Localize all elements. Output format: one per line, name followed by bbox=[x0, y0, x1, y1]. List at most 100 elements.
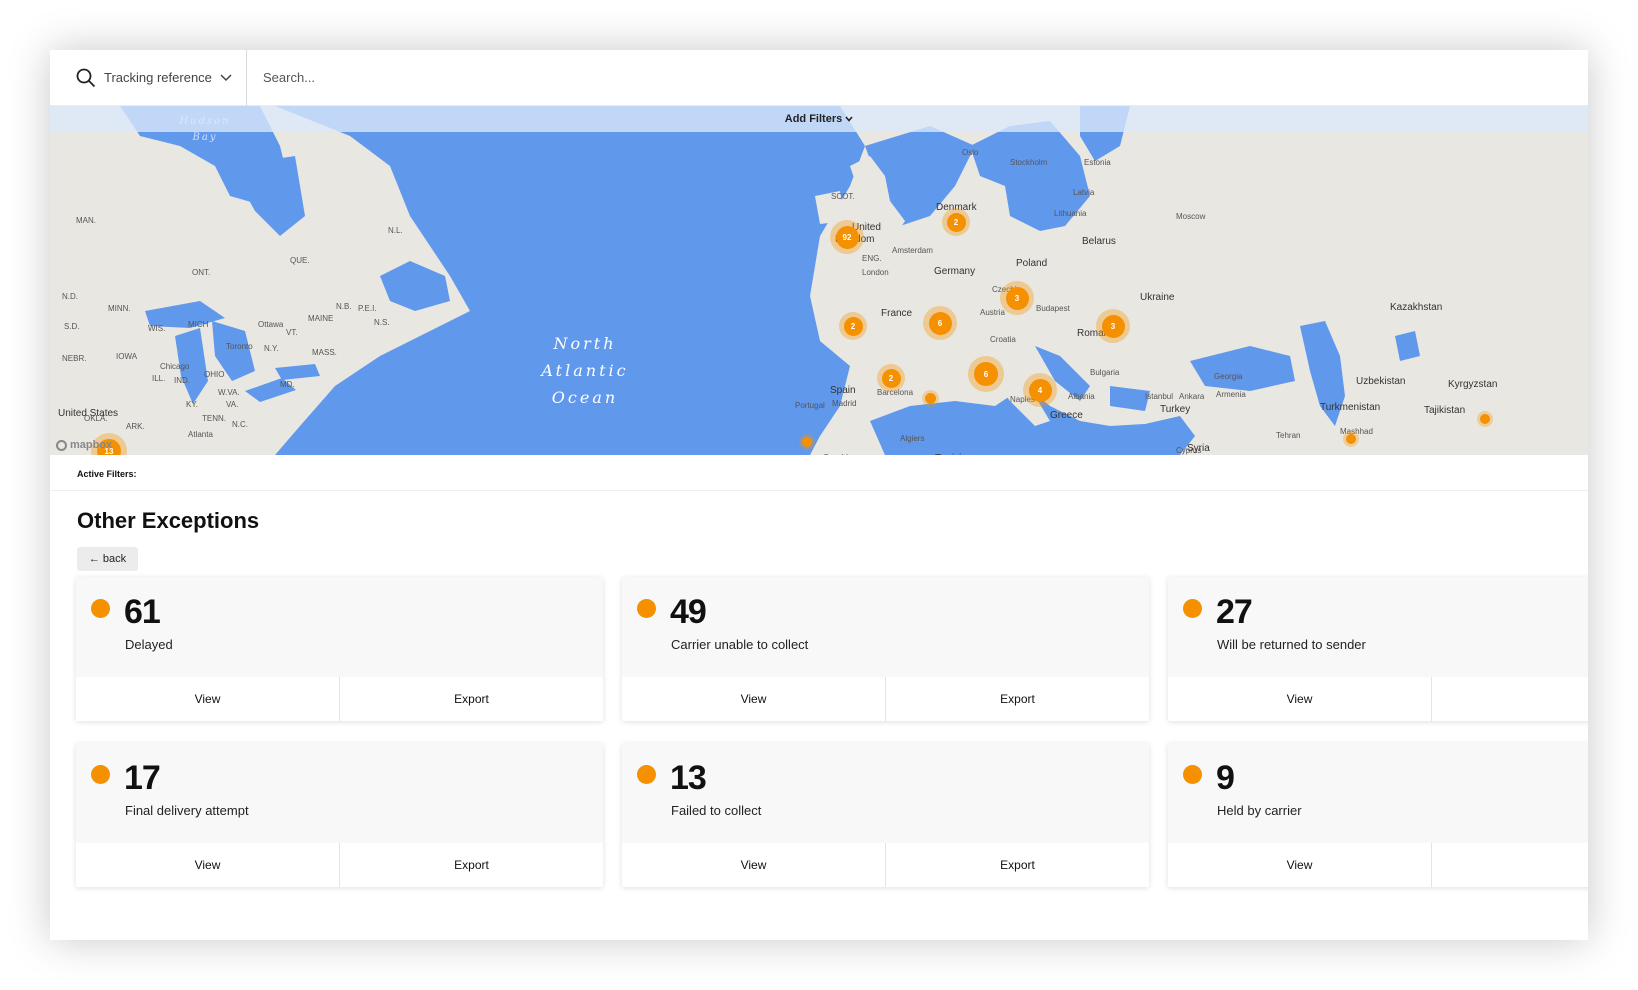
map-place-label: N.D. bbox=[62, 292, 78, 301]
map-cluster-marker[interactable]: 3 bbox=[1000, 281, 1034, 315]
card-actions: View Export bbox=[76, 677, 603, 721]
map-cluster-count: 6 bbox=[974, 362, 998, 386]
add-filters-button[interactable]: Add Filters bbox=[785, 113, 853, 125]
map-place-label: Croatia bbox=[990, 335, 1016, 344]
map-place-label: W.VA. bbox=[218, 388, 240, 397]
shipment-dot[interactable] bbox=[925, 393, 936, 404]
map-place-label: Syria bbox=[1187, 443, 1210, 454]
exception-card: 13 Failed to collect View Export bbox=[622, 743, 1149, 887]
status-indicator-icon bbox=[91, 765, 110, 784]
map-cluster-count: 2 bbox=[881, 368, 901, 388]
exception-count: 17 bbox=[124, 759, 161, 797]
map-place-label: Istanbul bbox=[1145, 392, 1174, 401]
map-cluster-marker[interactable]: 4 bbox=[1023, 373, 1057, 407]
view-button[interactable]: View bbox=[622, 677, 885, 721]
map-place-label: P.E.I. bbox=[358, 304, 377, 313]
map-place-label: S.D. bbox=[64, 322, 80, 331]
map-place-label: Ankara bbox=[1179, 392, 1205, 401]
card-actions: View Export bbox=[622, 677, 1149, 721]
export-button[interactable]: Export bbox=[885, 843, 1149, 887]
active-filters-bar: Active Filters: bbox=[50, 455, 1588, 491]
view-button[interactable]: View bbox=[1168, 843, 1431, 887]
shipment-dot[interactable] bbox=[802, 437, 812, 447]
card-actions: View Export bbox=[76, 843, 603, 887]
map-cluster-count: 2 bbox=[946, 212, 966, 232]
export-button[interactable] bbox=[1431, 843, 1588, 887]
map-place-label: Bulgaria bbox=[1090, 368, 1120, 377]
map-place-label: Albania bbox=[1068, 392, 1095, 401]
map-cluster-marker[interactable]: 92 bbox=[830, 220, 864, 254]
card-actions: View bbox=[1168, 677, 1588, 721]
map-place-label: Greece bbox=[1050, 410, 1083, 421]
mapbox-attribution[interactable]: mapbox bbox=[56, 439, 112, 451]
exception-count: 61 bbox=[124, 593, 161, 631]
view-button[interactable]: View bbox=[76, 843, 339, 887]
map-cluster-marker[interactable]: 2 bbox=[877, 364, 905, 392]
mapbox-label: mapbox bbox=[70, 439, 113, 451]
map-cluster-marker[interactable]: 6 bbox=[968, 356, 1004, 392]
exception-count: 49 bbox=[670, 593, 707, 631]
map-place-label: MICH bbox=[188, 320, 209, 329]
shipment-dot[interactable] bbox=[1346, 434, 1356, 444]
map-place-label: KY. bbox=[186, 400, 198, 409]
export-button[interactable]: Export bbox=[885, 677, 1149, 721]
map-place-label: Kazakhstan bbox=[1390, 302, 1443, 313]
map-cluster-marker[interactable]: 2 bbox=[942, 208, 970, 236]
exception-label: Delayed bbox=[125, 637, 173, 652]
exception-card: 9 Held by carrier View bbox=[1168, 743, 1588, 887]
card-summary: 17 Final delivery attempt bbox=[76, 743, 603, 843]
map-place-label: N.L. bbox=[388, 226, 403, 235]
shipment-dot[interactable] bbox=[1480, 414, 1490, 424]
map-place-label: TENN. bbox=[202, 414, 226, 423]
map-place-label: MAINE bbox=[308, 314, 334, 323]
map-place-label: Tehran bbox=[1276, 431, 1301, 440]
map-place-label: Germany bbox=[934, 266, 976, 277]
status-indicator-icon bbox=[1183, 599, 1202, 618]
back-button[interactable]: ← back bbox=[77, 547, 138, 571]
card-actions: View Export bbox=[622, 843, 1149, 887]
card-actions: View bbox=[1168, 843, 1588, 887]
search-type-dropdown[interactable]: Tracking reference bbox=[50, 50, 247, 106]
exception-card: 49 Carrier unable to collect View Export bbox=[622, 577, 1149, 721]
add-filters-label: Add Filters bbox=[784, 113, 843, 125]
shipment-map[interactable]: Hudson Bay North Atlantic Ocean MAN.N.L.… bbox=[50, 106, 1588, 455]
exception-label: Final delivery attempt bbox=[125, 803, 249, 818]
view-button[interactable]: View bbox=[622, 843, 885, 887]
status-indicator-icon bbox=[637, 599, 656, 618]
map-cluster-marker[interactable]: 2 bbox=[839, 312, 867, 340]
map-place-label: IND. bbox=[174, 376, 190, 385]
map-place-label: QUE. bbox=[290, 256, 310, 265]
view-button[interactable]: View bbox=[1168, 677, 1431, 721]
map-place-label: Stockholm bbox=[1010, 158, 1048, 167]
search-input[interactable] bbox=[247, 50, 1588, 106]
map-cluster-marker[interactable]: 6 bbox=[923, 306, 957, 340]
map-place-label: Armenia bbox=[1216, 390, 1246, 399]
map-place-label: Mashhad bbox=[1340, 427, 1373, 436]
map-place-label: MASS. bbox=[312, 348, 337, 357]
export-button[interactable]: Export bbox=[339, 843, 603, 887]
map-place-label: ENG. bbox=[862, 254, 882, 263]
export-button[interactable] bbox=[1431, 677, 1588, 721]
map-cluster-count: 2 bbox=[843, 316, 863, 336]
map-place-label: ARK. bbox=[126, 422, 145, 431]
map-place-label: WIS. bbox=[148, 324, 166, 333]
export-button[interactable]: Export bbox=[339, 677, 603, 721]
map-place-label: N.C. bbox=[232, 420, 248, 429]
map-cluster-count: 6 bbox=[928, 311, 952, 335]
map-place-label: IOWA bbox=[116, 352, 138, 361]
map-place-label: SCOT. bbox=[831, 192, 855, 201]
map-cluster-count: 3 bbox=[1101, 314, 1125, 338]
map-place-label: Uzbekistan bbox=[1356, 376, 1406, 387]
exception-label: Failed to collect bbox=[671, 803, 762, 818]
map-place-label: Moscow bbox=[1176, 212, 1206, 221]
app-window: Tracking reference Search... Bay North A… bbox=[50, 50, 1588, 940]
map-place-label: ONT. bbox=[192, 268, 211, 277]
map-place-label: Atlanta bbox=[188, 430, 213, 439]
map-cluster-marker[interactable]: 3 bbox=[1096, 309, 1130, 343]
map-place-label: OHIO bbox=[204, 370, 225, 379]
view-button[interactable]: View bbox=[76, 677, 339, 721]
map-place-label: N.S. bbox=[374, 318, 390, 327]
map-place-label: Turkey bbox=[1160, 404, 1191, 415]
status-indicator-icon bbox=[91, 599, 110, 618]
map-place-label: ILL. bbox=[152, 374, 166, 383]
